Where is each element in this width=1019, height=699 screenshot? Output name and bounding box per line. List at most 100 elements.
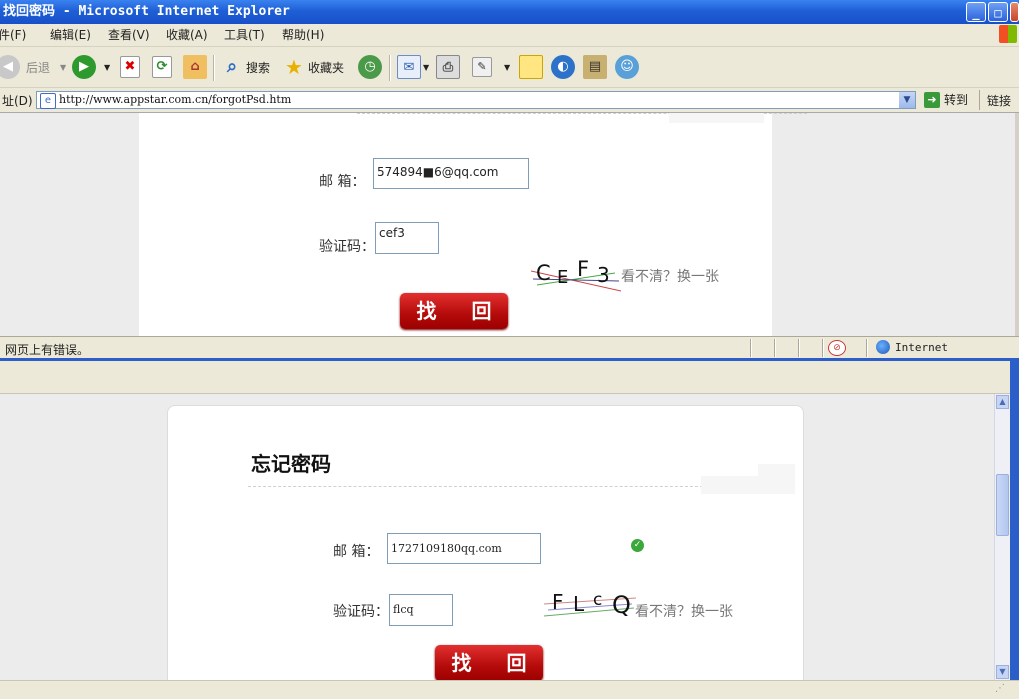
back-label: 后退 (26, 60, 51, 75)
windows-logo-icon (999, 25, 1017, 43)
refresh-button[interactable]: ⟳ (152, 54, 172, 80)
favorites-label: 收藏夹 (308, 60, 345, 75)
captcha-char: F (577, 257, 590, 281)
valid-check-icon: ✓ (631, 539, 644, 552)
search-button[interactable]: ⌕ 搜索 (220, 54, 270, 80)
forgot-form-card: 邮 箱： 574894■6@qq.com 验证码： cef3 C E F 3 看… (139, 113, 807, 336)
search-icon: ⌕ (226, 56, 238, 77)
back-button[interactable]: ◀ 后退 ▼ (0, 54, 66, 80)
menu-help[interactable]: 帮助(H) (282, 24, 324, 46)
edit-button[interactable]: ✎ ▼ (472, 54, 510, 80)
messenger-button[interactable]: ◐ (551, 54, 575, 80)
zone-label: Internet (895, 341, 948, 354)
recover-button[interactable]: 找 回 (435, 645, 543, 680)
page-viewport-bottom: 忘记密码 邮 箱： 1727109180qq.com ✓ 验证码： flcq F… (0, 394, 994, 680)
top-scrollbar[interactable] (1015, 113, 1019, 336)
menu-bar: 文件(F) 编辑(E) 查看(V) 收藏(A) 工具(T) 帮助(H) (0, 24, 1019, 47)
captcha-image[interactable]: F L c Q (544, 590, 636, 628)
captcha-char: E (557, 267, 569, 288)
menu-edit[interactable]: 编辑(E) (50, 24, 91, 46)
captcha-char: L (573, 592, 585, 616)
mail-icon: ✉ (397, 55, 421, 79)
dropdown-icon: ▼ (104, 62, 111, 72)
discuss-button[interactable] (519, 54, 543, 80)
minimize-button[interactable]: _ (966, 2, 986, 22)
captcha-char: Q (612, 591, 631, 619)
close-button[interactable] (1010, 2, 1019, 22)
page-viewport-top: 邮 箱： 574894■6@qq.com 验证码： cef3 C E F 3 看… (0, 113, 1019, 336)
captcha-image[interactable]: C E F 3 (531, 257, 621, 293)
decor-block (758, 464, 795, 494)
back-arrow-icon: ◀ (0, 55, 20, 79)
captcha-label: 验证码： (319, 239, 375, 255)
people-button[interactable]: ☺ (615, 54, 639, 80)
edit-page-icon: ✎ (472, 57, 492, 77)
email-field[interactable]: 574894■6@qq.com (373, 158, 529, 189)
toolbar-separator (389, 55, 391, 81)
email-value: 1727109180qq.com (391, 542, 502, 555)
toolbar: ◀ 后退 ▼ ▶ ▼ ✖ ⟳ ⌂ ⌕ 搜索 ★ 收藏夹 ◷ ✉ ▼ ⎙ ✎ ▼ … (0, 47, 1019, 88)
captcha-field[interactable]: flcq (389, 594, 453, 626)
people-icon: ☺ (615, 55, 639, 79)
menu-tools[interactable]: 工具(T) (224, 24, 265, 46)
menu-view[interactable]: 查看(V) (108, 24, 150, 46)
go-button[interactable]: ➜ 转到 (924, 91, 968, 108)
captcha-refresh-link[interactable]: 看不清？换一张 (621, 266, 719, 286)
research-button[interactable]: ▤ (583, 54, 607, 80)
forward-button[interactable]: ▶ ▼ (72, 54, 110, 80)
address-input[interactable]: e http://www.appstar.com.cn/forgotPsd.ht… (36, 91, 916, 109)
mail-button[interactable]: ✉ ▼ (397, 54, 429, 80)
toolbar-separator (213, 55, 215, 81)
menu-favorites[interactable]: 收藏(A) (166, 24, 208, 46)
scroll-thumb[interactable] (996, 474, 1009, 536)
print-button[interactable]: ⎙ (436, 54, 460, 80)
email-value: 574894■6@qq.com (377, 165, 499, 179)
scroll-down-icon[interactable]: ▼ (996, 665, 1009, 679)
blocked-icon[interactable]: ⊘ (828, 340, 846, 356)
address-bar: 址(D) e http://www.appstar.com.cn/forgotP… (0, 88, 1019, 113)
dropdown-icon: ▼ (423, 62, 430, 72)
title-bar: 找回密码 - Microsoft Internet Explorer _ □ (0, 0, 1019, 24)
globe-icon: ◐ (551, 55, 575, 79)
go-label: 转到 (944, 93, 969, 107)
globe-icon (876, 340, 890, 354)
bottom-scrollbar[interactable]: ▲ ▼ (994, 394, 1010, 680)
favorites-button[interactable]: ★ 收藏夹 (282, 54, 344, 80)
email-label: 邮 箱： (319, 174, 366, 190)
recover-button[interactable]: 找 回 (400, 293, 508, 329)
star-icon: ★ (285, 55, 303, 79)
window-title: 找回密码 - Microsoft Internet Explorer (3, 4, 290, 19)
divider (248, 486, 703, 487)
search-label: 搜索 (246, 60, 271, 75)
links-button[interactable]: 链接 (987, 92, 1011, 109)
email-field[interactable]: 1727109180qq.com (387, 533, 541, 564)
book-icon: ▤ (583, 55, 607, 79)
history-icon: ◷ (358, 55, 382, 79)
note-icon (519, 55, 543, 79)
stop-icon: ✖ (120, 56, 140, 78)
stop-button[interactable]: ✖ (120, 54, 140, 80)
address-dropdown-icon[interactable]: ▼ (899, 92, 915, 108)
maximize-button[interactable]: □ (988, 2, 1008, 22)
status-text: 网页上有错误。 (5, 343, 90, 357)
go-arrow-icon: ➜ (924, 91, 940, 108)
resize-grip-icon[interactable]: ⋰ (995, 683, 1005, 694)
lower-window-header (0, 361, 1010, 394)
dropdown-icon: ▼ (60, 62, 67, 72)
scroll-up-icon[interactable]: ▲ (996, 395, 1009, 409)
forgot-password-card: 忘记密码 邮 箱： 1727109180qq.com ✓ 验证码： flcq F… (167, 405, 804, 680)
home-button[interactable]: ⌂ (183, 54, 207, 80)
lower-status-bar: ⋰ (0, 680, 1019, 699)
email-label: 邮 箱： (333, 544, 380, 560)
history-button[interactable]: ◷ (358, 54, 382, 80)
captcha-char: 3 (597, 263, 610, 287)
page-title: 忘记密码 (251, 452, 331, 476)
status-bar: 网页上有错误。 ⊘ Internet (0, 336, 1019, 359)
captcha-value: cef3 (379, 226, 405, 240)
captcha-field[interactable]: cef3 (375, 222, 439, 254)
print-icon: ⎙ (436, 55, 460, 79)
captcha-refresh-link[interactable]: 看不清？换一张 (635, 601, 733, 621)
dropdown-icon: ▼ (504, 62, 511, 72)
menu-file[interactable]: 文件(F) (0, 24, 26, 46)
captcha-char: F (552, 590, 564, 614)
